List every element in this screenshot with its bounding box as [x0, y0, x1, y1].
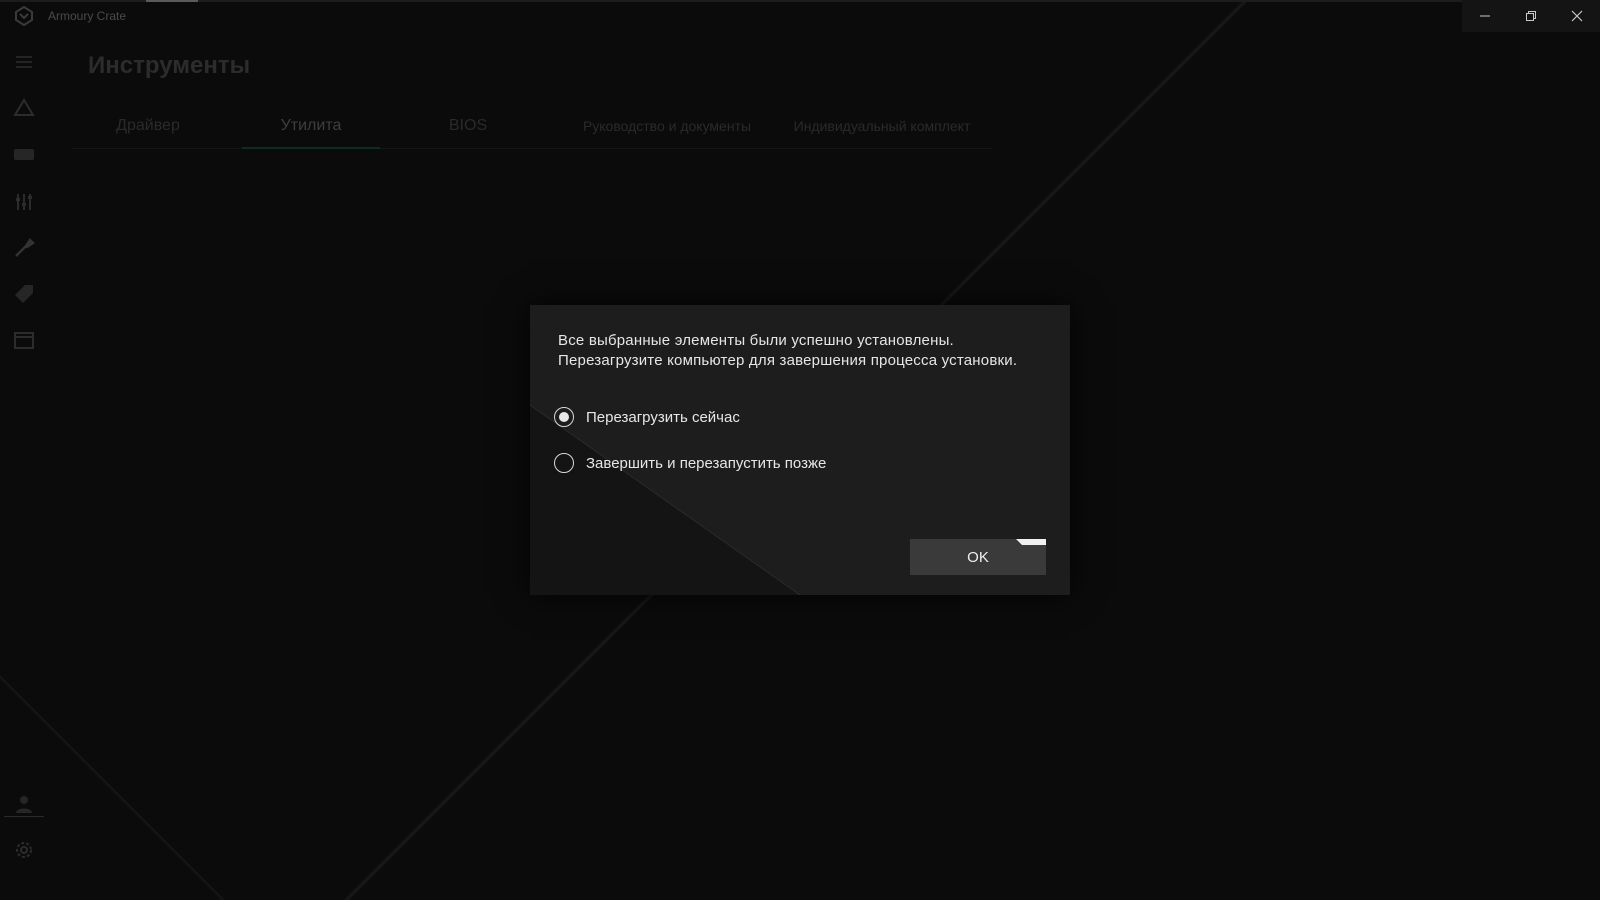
- menu-icon[interactable]: [12, 50, 36, 74]
- radio-button-selected[interactable]: [554, 407, 574, 427]
- tab-driver[interactable]: Драйвер: [90, 104, 206, 148]
- dialog-message-line2: Перезагрузите компьютер для завершения п…: [558, 352, 1018, 369]
- tag-icon[interactable]: [12, 282, 36, 306]
- rog-logo-icon: [14, 5, 34, 27]
- option-restart-now[interactable]: Перезагрузить сейчас: [554, 404, 740, 430]
- close-icon: [1571, 10, 1583, 22]
- title-bar: Armoury Crate: [0, 0, 1600, 32]
- app-window: Armoury Crate Инструменты Драйвер Утилит…: [0, 0, 1600, 900]
- dialog-message-line1: Все выбранные элементы были успешно уста…: [558, 332, 954, 349]
- tab-bar: Драйвер Утилита BIOS Руководство и докум…: [72, 104, 992, 149]
- minimize-icon: [1480, 15, 1490, 17]
- restore-icon: [1526, 11, 1536, 21]
- tab-bios[interactable]: BIOS: [418, 104, 518, 148]
- sidebar: [0, 32, 48, 900]
- option-restart-later[interactable]: Завершить и перезапустить позже: [554, 450, 826, 476]
- tab-manuals[interactable]: Руководство и документы: [572, 104, 762, 148]
- tools-icon[interactable]: [12, 236, 36, 260]
- tab-utility[interactable]: Утилита: [242, 104, 380, 149]
- option-restart-now-label: Перезагрузить сейчас: [586, 408, 740, 426]
- restart-dialog: Все выбранные элементы были успешно уста…: [530, 305, 1070, 595]
- user-icon[interactable]: [12, 792, 36, 816]
- home-triangle-icon[interactable]: [12, 96, 36, 120]
- page-title: Инструменты: [88, 52, 251, 79]
- media-icon[interactable]: [12, 328, 36, 352]
- ok-button-label: OK: [967, 548, 989, 566]
- radio-button[interactable]: [554, 453, 574, 473]
- dialog-message: Все выбранные элементы были успешно уста…: [558, 331, 1058, 371]
- app-title: Armoury Crate: [48, 9, 127, 23]
- close-button[interactable]: [1554, 0, 1600, 32]
- device-icon[interactable]: [12, 142, 36, 166]
- option-restart-later-label: Завершить и перезапустить позже: [586, 454, 827, 472]
- sliders-icon[interactable]: [12, 190, 36, 214]
- restore-button[interactable]: [1508, 0, 1554, 32]
- sidebar-divider: [4, 816, 44, 817]
- window-controls: [1462, 0, 1600, 32]
- button-corner-accent: [1016, 539, 1046, 545]
- ok-button[interactable]: OK: [910, 539, 1046, 575]
- tab-custom-kit[interactable]: Индивидуальный комплект: [782, 104, 982, 148]
- minimize-button[interactable]: [1462, 0, 1508, 32]
- gear-icon[interactable]: [12, 838, 36, 862]
